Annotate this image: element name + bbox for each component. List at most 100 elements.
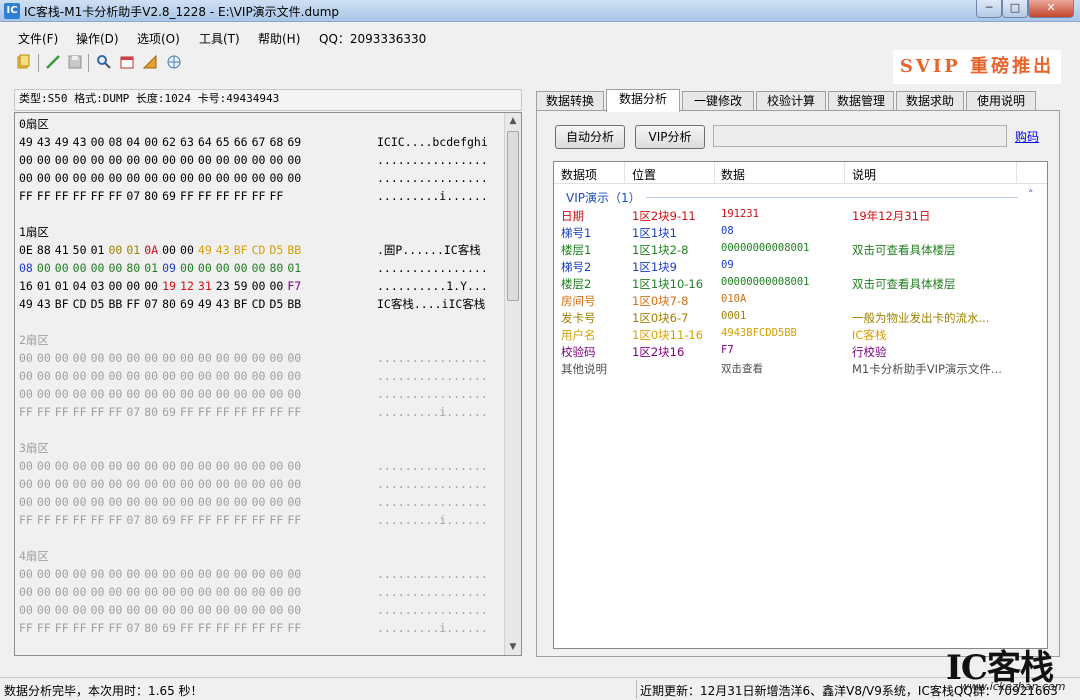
- hex-byte[interactable]: FF: [216, 619, 234, 637]
- hex-byte[interactable]: FF: [180, 619, 198, 637]
- hex-byte[interactable]: FF: [252, 187, 270, 205]
- hex-byte[interactable]: 00: [144, 367, 162, 385]
- hex-byte[interactable]: BF: [55, 295, 73, 313]
- hex-byte[interactable]: 00: [216, 385, 234, 403]
- hex-byte[interactable]: FF: [198, 187, 216, 205]
- hex-byte[interactable]: FF: [252, 619, 270, 637]
- hex-byte[interactable]: 00: [91, 475, 109, 493]
- hex-byte[interactable]: 00: [73, 457, 91, 475]
- hex-byte[interactable]: D5: [269, 241, 287, 259]
- hex-byte[interactable]: CD: [252, 241, 270, 259]
- hex-row[interactable]: 00 00 00 00 00 00 00 00 00 00 00 00 00 00 00 00........…: [19, 349, 505, 367]
- hex-byte[interactable]: 00: [91, 385, 109, 403]
- hex-byte[interactable]: 69: [180, 295, 198, 313]
- hex-byte[interactable]: 00: [73, 565, 91, 583]
- hex-byte[interactable]: 00: [198, 151, 216, 169]
- hex-byte[interactable]: 00: [287, 457, 305, 475]
- hex-row[interactable]: 0E 88 41 50 01 00 01 0A 00 00 49 43 BF CD D5 BB .圄P.....…: [19, 241, 505, 259]
- hex-byte[interactable]: 00: [198, 385, 216, 403]
- hex-byte[interactable]: 49: [198, 295, 216, 313]
- hex-byte[interactable]: 07: [126, 511, 144, 529]
- hex-byte[interactable]: 00: [216, 493, 234, 511]
- hex-byte[interactable]: 00: [126, 385, 144, 403]
- hex-byte[interactable]: 00: [216, 259, 234, 277]
- open-folder-icon[interactable]: [16, 54, 32, 70]
- hex-byte[interactable]: 00: [37, 259, 55, 277]
- hex-byte[interactable]: 00: [180, 169, 198, 187]
- menu-help[interactable]: 帮助(H): [258, 30, 300, 47]
- hex-byte[interactable]: 00: [252, 367, 270, 385]
- hex-byte[interactable]: FF: [108, 403, 126, 421]
- hex-byte[interactable]: FF: [73, 511, 91, 529]
- hex-byte[interactable]: 16: [19, 277, 37, 295]
- collapse-icon[interactable]: ˄: [1028, 188, 1034, 201]
- hex-byte[interactable]: FF: [73, 187, 91, 205]
- hex-byte[interactable]: 00: [252, 565, 270, 583]
- hex-byte[interactable]: 49: [55, 133, 73, 151]
- hex-byte[interactable]: 00: [91, 169, 109, 187]
- hex-byte[interactable]: 00: [91, 601, 109, 619]
- hex-byte[interactable]: 00: [216, 169, 234, 187]
- hex-byte[interactable]: F7: [287, 277, 305, 295]
- hex-byte[interactable]: 00: [19, 367, 37, 385]
- hex-byte[interactable]: 00: [55, 349, 73, 367]
- hex-byte[interactable]: 00: [162, 151, 180, 169]
- hex-byte[interactable]: FF: [37, 511, 55, 529]
- hex-byte[interactable]: 00: [55, 457, 73, 475]
- hex-byte[interactable]: 07: [126, 403, 144, 421]
- hex-byte[interactable]: 00: [73, 259, 91, 277]
- hex-byte[interactable]: 00: [91, 133, 109, 151]
- edit-pen-icon[interactable]: [45, 54, 61, 70]
- calendar-icon[interactable]: [119, 54, 135, 70]
- col-description[interactable]: 说明: [852, 166, 876, 183]
- hex-byte[interactable]: 0E: [19, 241, 37, 259]
- hex-byte[interactable]: 80: [269, 259, 287, 277]
- hex-byte[interactable]: 00: [252, 259, 270, 277]
- hex-byte[interactable]: BB: [287, 241, 305, 259]
- hex-byte[interactable]: 00: [234, 565, 252, 583]
- group-header[interactable]: VIP演示（1） ˄: [554, 188, 1047, 206]
- hex-byte[interactable]: 00: [216, 601, 234, 619]
- hex-byte[interactable]: FF: [234, 511, 252, 529]
- hex-byte[interactable]: 68: [269, 133, 287, 151]
- menu-tools[interactable]: 工具(T): [199, 30, 240, 47]
- hex-byte[interactable]: 00: [287, 601, 305, 619]
- hex-byte[interactable]: 41: [55, 241, 73, 259]
- hex-byte[interactable]: 00: [234, 367, 252, 385]
- hex-byte[interactable]: 19: [162, 277, 180, 295]
- list-item[interactable]: 校验码 1区2块16 F7 行校验: [554, 343, 1047, 360]
- hex-byte[interactable]: FF: [19, 619, 37, 637]
- hex-byte[interactable]: FF: [252, 511, 270, 529]
- hex-byte[interactable]: 00: [108, 151, 126, 169]
- hex-byte[interactable]: 00: [144, 565, 162, 583]
- hex-byte[interactable]: FF: [216, 187, 234, 205]
- hex-byte[interactable]: 00: [234, 601, 252, 619]
- hex-byte[interactable]: 00: [287, 493, 305, 511]
- hex-byte[interactable]: 00: [180, 601, 198, 619]
- hex-byte[interactable]: 00: [37, 169, 55, 187]
- network-icon[interactable]: [166, 54, 182, 70]
- hex-byte[interactable]: 00: [108, 385, 126, 403]
- hex-byte[interactable]: 00: [216, 367, 234, 385]
- hex-byte[interactable]: 00: [180, 565, 198, 583]
- hex-byte[interactable]: 00: [162, 457, 180, 475]
- hex-byte[interactable]: 00: [269, 151, 287, 169]
- hex-byte[interactable]: 00: [91, 367, 109, 385]
- hex-byte[interactable]: 49: [198, 241, 216, 259]
- hex-byte[interactable]: 43: [216, 241, 234, 259]
- hex-byte[interactable]: 00: [269, 277, 287, 295]
- hex-byte[interactable]: 00: [19, 493, 37, 511]
- hex-byte[interactable]: 00: [252, 277, 270, 295]
- hex-byte[interactable]: 00: [126, 349, 144, 367]
- hex-byte[interactable]: FF: [198, 619, 216, 637]
- hex-byte[interactable]: 69: [162, 403, 180, 421]
- hex-byte[interactable]: 00: [73, 475, 91, 493]
- hex-byte[interactable]: 00: [180, 259, 198, 277]
- hex-byte[interactable]: 00: [37, 385, 55, 403]
- hex-byte[interactable]: 00: [287, 349, 305, 367]
- menu-file[interactable]: 文件(F): [18, 30, 58, 47]
- hex-byte[interactable]: 00: [37, 601, 55, 619]
- menu-options[interactable]: 选项(O): [137, 30, 180, 47]
- hex-byte[interactable]: 00: [198, 475, 216, 493]
- hex-byte[interactable]: FF: [91, 619, 109, 637]
